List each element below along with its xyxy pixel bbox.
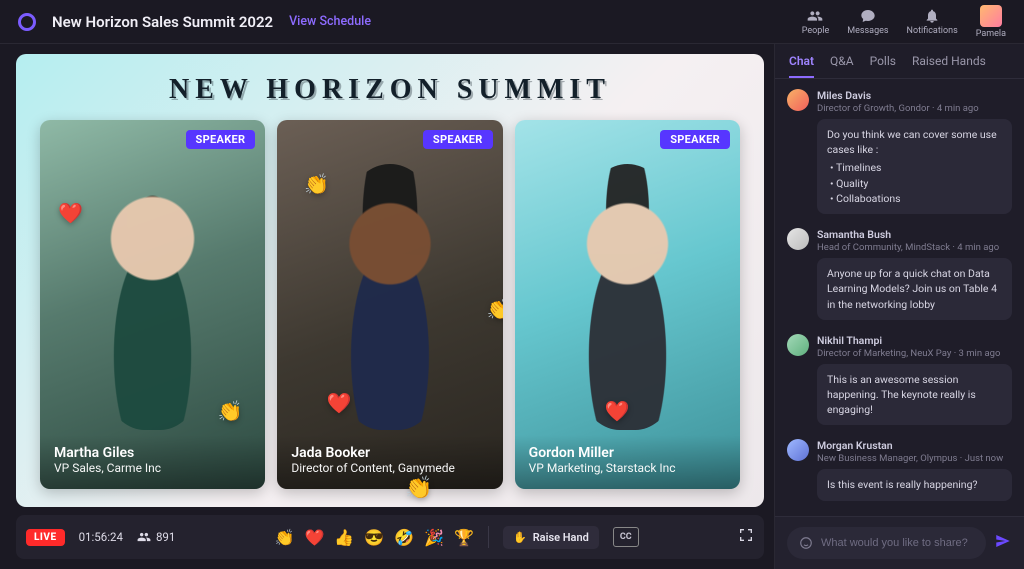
reaction-clap[interactable]: 👏 [275,528,295,547]
speaker-tile[interactable]: SPEAKER ❤️ 👏 Martha Giles VP Sales, Carm… [40,120,265,489]
chat-author: Morgan Krustan [817,439,893,452]
tab-chat[interactable]: Chat [789,54,814,78]
reaction-trophy[interactable]: 🏆 [454,528,474,547]
chat-input-row [775,516,1024,569]
chat-bubble: This is an awesome session happening. Th… [817,364,1012,426]
chat-bullet: Timelines [830,160,1002,175]
event-title: New Horizon Sales Summit 2022 [52,13,273,31]
chat-message: Samantha Bush Head of Community, MindSta… [787,228,1012,320]
speaker-name: Gordon Miller [529,445,726,461]
speaker-portrait [560,164,695,430]
chat-input[interactable] [821,537,974,549]
avatar [787,439,809,461]
speaker-role: VP Marketing, Starstack Inc [529,461,726,475]
nav-label: People [802,26,830,36]
speaker-tile[interactable]: SPEAKER ❤️ Gordon Miller VP Marketing, S… [515,120,740,489]
speaker-badge: SPEAKER [186,130,256,149]
session-timer: 01:56:24 [79,530,123,544]
chat-list[interactable]: Miles Davis Director of Growth, Gondor ·… [775,79,1024,516]
raise-hand-button[interactable]: ✋ Raise Hand [503,526,599,549]
avatar [787,89,809,111]
chat-bubble: Do you think we can cover some use cases… [817,119,1012,214]
chat-input-wrapper[interactable] [787,527,986,559]
sidebar: Chat Q&A Polls Raised Hands Miles Davis … [774,44,1024,569]
brand-logo-icon [18,13,36,31]
chat-bubble-icon [860,8,876,24]
nav-people[interactable]: People [802,8,830,36]
speaker-badge: SPEAKER [423,130,493,149]
smile-icon [799,536,813,550]
chat-meta: New Business Manager, Olympus · Just now [817,453,1012,464]
reaction-party[interactable]: 🎉 [424,528,444,547]
people-icon [807,8,823,24]
speaker-name: Jada Booker [291,445,488,461]
chat-bubble: Is this event is really happening? [817,469,1012,500]
nav-label: Notifications [907,26,958,36]
view-schedule-link[interactable]: View Schedule [289,14,371,29]
clap-icon: 👏 [218,399,243,423]
reaction-laugh[interactable]: 🤣 [394,528,414,547]
chat-bullet: Quality [830,176,1002,191]
chat-meta: Head of Community, MindStack · 4 min ago [817,242,1012,253]
reaction-heart[interactable]: ❤️ [304,528,324,547]
avatar [787,334,809,356]
chat-author: Samantha Bush [817,228,891,241]
closed-captions-button[interactable]: CC [613,527,639,547]
speaker-badge: SPEAKER [660,130,730,149]
hand-icon: ✋ [513,531,527,544]
chat-author: Nikhil Thampi [817,334,882,347]
chat-message: Morgan Krustan New Business Manager, Oly… [787,439,1012,500]
speaker-role: Director of Content, Ganymede [291,461,488,475]
chat-message: Miles Davis Director of Growth, Gondor ·… [787,89,1012,214]
top-bar: New Horizon Sales Summit 2022 View Sched… [0,0,1024,44]
clap-icon: 👏 [304,172,329,196]
attendee-count: 891 [137,530,175,544]
speaker-portrait [85,164,220,430]
live-badge: LIVE [26,529,65,546]
speaker-name: Martha Giles [54,445,251,461]
send-icon [994,532,1012,550]
chat-message: Nikhil Thampi Director of Marketing, Neu… [787,334,1012,426]
reaction-thumbs-up[interactable]: 👍 [334,528,354,547]
bell-icon [924,8,940,24]
reaction-bar: 👏 ❤️ 👍 😎 🤣 🎉 🏆 [275,528,474,547]
chat-meta: Director of Marketing, NeuX Pay · 3 min … [817,348,1012,359]
speaker-portrait [322,164,457,430]
send-button[interactable] [994,532,1012,554]
nav-label: Pamela [976,29,1006,39]
nav-messages[interactable]: Messages [847,8,888,36]
fullscreen-button[interactable] [738,527,754,547]
fullscreen-icon [738,527,754,543]
sidebar-tabs: Chat Q&A Polls Raised Hands [775,44,1024,79]
attendee-number: 891 [156,530,175,544]
chat-bullet: Collaboations [830,191,1002,206]
avatar [787,228,809,250]
stage-banner: NEW HORIZON SUMMIT [16,54,764,112]
nav-label: Messages [847,26,888,36]
tab-qa[interactable]: Q&A [830,54,854,78]
reaction-cool[interactable]: 😎 [364,528,384,547]
stage-controls: LIVE 01:56:24 891 👏 ❤️ 👍 😎 🤣 🎉 🏆 [16,515,764,559]
chat-meta: Director of Growth, Gondor · 4 min ago [817,103,1012,114]
raise-hand-label: Raise Hand [533,531,589,544]
speaker-tile[interactable]: SPEAKER 👏 ❤️ 👏 Jada Booker Director of C… [277,120,502,489]
heart-icon: ❤️ [58,201,83,225]
avatar [980,5,1002,27]
tab-raised-hands[interactable]: Raised Hands [912,54,986,78]
divider [488,526,489,548]
chat-bubble: Anyone up for a quick chat on Data Learn… [817,258,1012,320]
nav-notifications[interactable]: Notifications [907,8,958,36]
people-icon [137,530,151,544]
chat-author: Miles Davis [817,89,871,102]
tab-polls[interactable]: Polls [870,54,896,78]
nav-user[interactable]: Pamela [976,5,1006,39]
chat-text: Do you think we can cover some use cases… [827,128,997,156]
speaker-role: VP Sales, Carme Inc [54,461,251,475]
clap-icon: 👏 [487,297,503,321]
video-stage: NEW HORIZON SUMMIT SPEAKER ❤️ 👏 Martha G… [16,54,764,507]
